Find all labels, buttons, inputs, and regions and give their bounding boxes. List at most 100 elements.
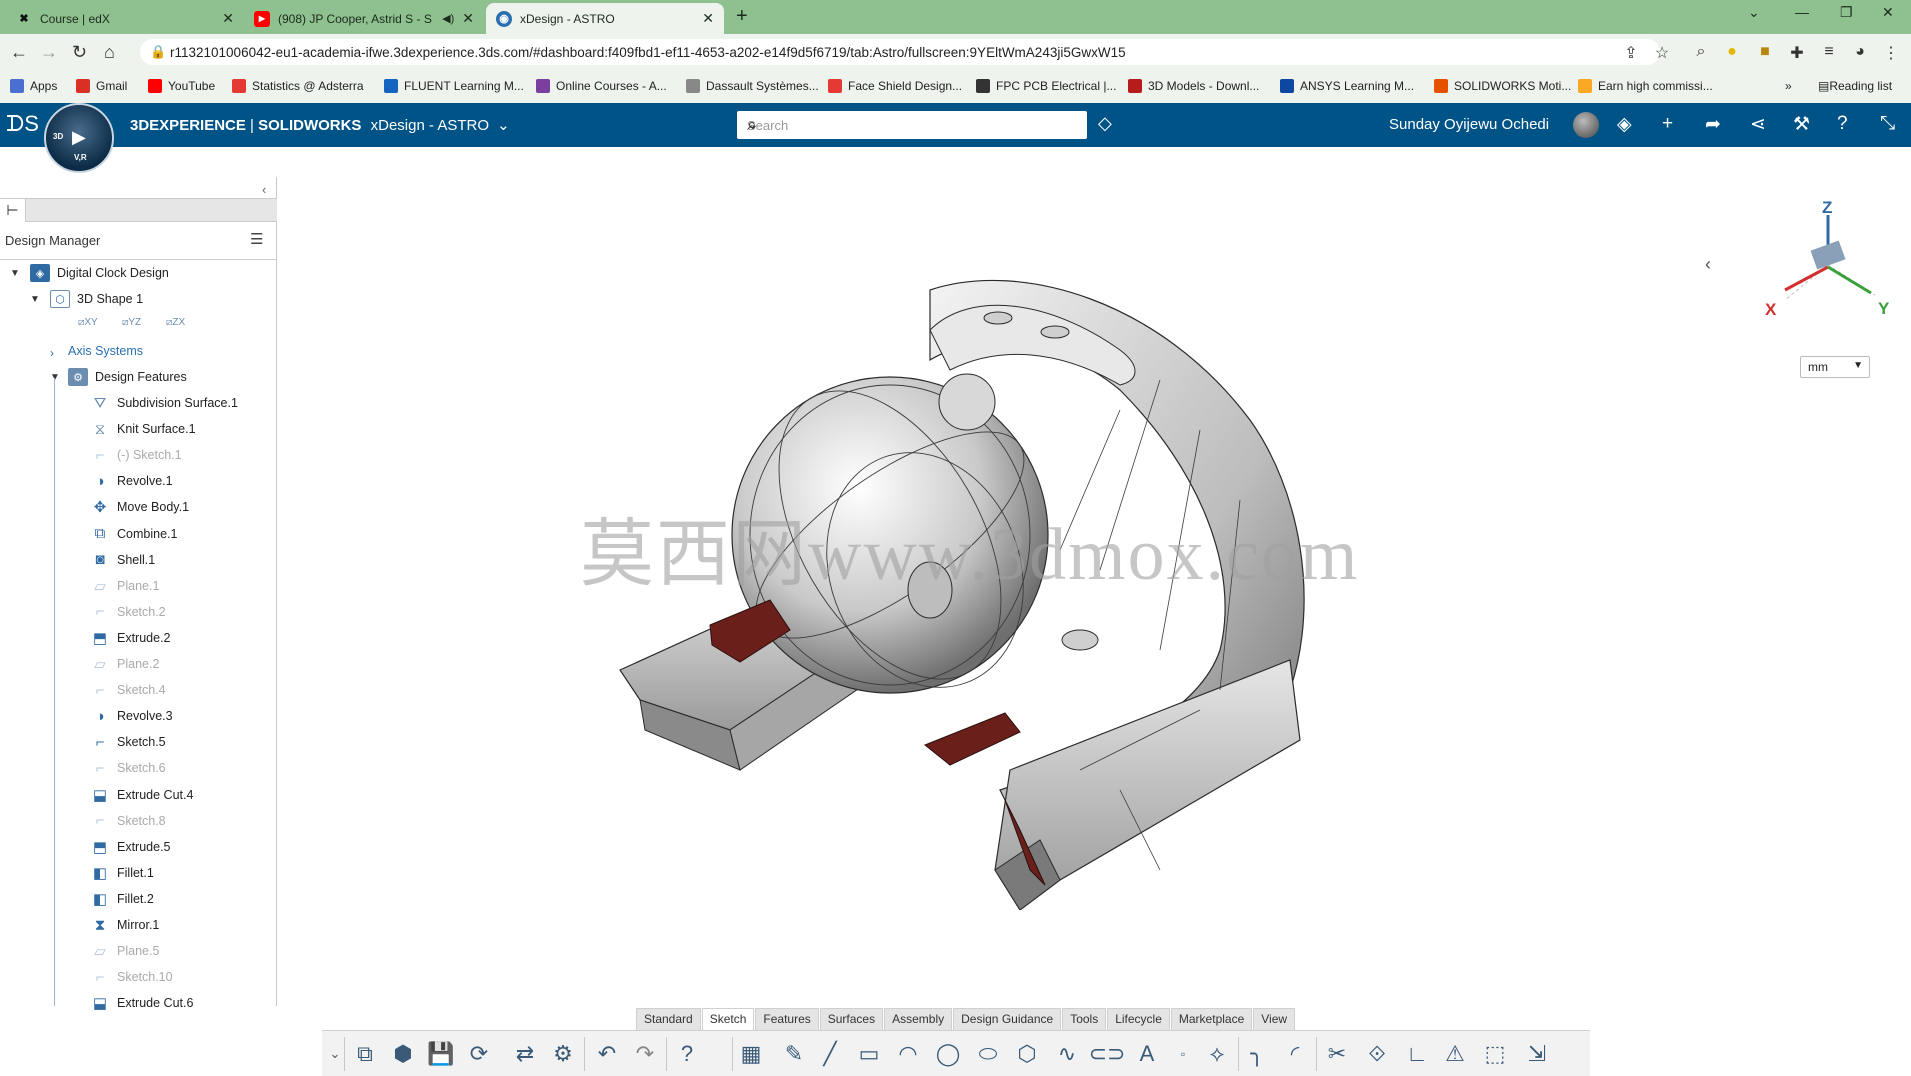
browser-menu-icon[interactable]: ⋮	[1882, 43, 1900, 62]
construction-icon[interactable]: ⟡	[1202, 1039, 1232, 1069]
notifications-icon[interactable]: ◈	[1617, 113, 1632, 136]
search-options-chevron-icon[interactable]: ⌄	[747, 116, 1079, 133]
feature-tree-item[interactable]: ⌐ (-) Sketch.1	[90, 445, 182, 465]
tree-shape[interactable]: ⬡ 3D Shape 1	[50, 289, 143, 309]
share-icon[interactable]: ➦	[1705, 113, 1721, 136]
bookmark-item[interactable]: Online Courses - A...	[536, 79, 667, 93]
feature-tree-item[interactable]: ⬒ Extrude.5	[90, 837, 171, 857]
feature-tree-item[interactable]: ◧ Fillet.2	[90, 889, 154, 909]
exit-sketch-icon[interactable]: ⇲	[1522, 1039, 1552, 1069]
ds-logo-icon[interactable]: ᗪS	[6, 111, 39, 137]
bookmark-item[interactable]: SOLIDWORKS Moti...	[1434, 79, 1571, 93]
app-name-label[interactable]: xDesign - ASTRO	[371, 117, 489, 134]
tree-design-features[interactable]: ⚙ Design Features	[68, 367, 187, 387]
add-icon[interactable]: +	[1662, 113, 1673, 135]
reading-list-button[interactable]: ▤ Reading list	[1818, 79, 1892, 93]
feature-tree-item[interactable]: ⬒ Extrude.2	[90, 628, 171, 648]
save-icon[interactable]: 💾	[426, 1039, 456, 1069]
extension-icon[interactable]: ■	[1756, 43, 1774, 61]
mirror-icon[interactable]: ⚠	[1440, 1039, 1470, 1069]
user-name[interactable]: Sunday Oyijewu Ochedi	[1389, 116, 1549, 133]
browser-tab-youtube[interactable]: ▶ (908) JP Cooper, Astrid S - S ◀) ✕	[244, 3, 484, 34]
feature-tree-item[interactable]: ⬓ Extrude Cut.6	[90, 993, 194, 1013]
settings-gear-icon[interactable]: ⚙	[548, 1039, 578, 1069]
browser-tab-edx[interactable]: ✖ Course | edX ✕	[6, 3, 244, 34]
forward-button[interactable]: →	[40, 42, 58, 63]
profile-icon[interactable]: ◕	[1851, 43, 1869, 61]
share-icon[interactable]: ⇪	[1622, 43, 1640, 62]
units-select[interactable]: mm ▼	[1800, 356, 1870, 378]
feature-tree-item[interactable]: ✥ Move Body.1	[90, 497, 189, 517]
slot-icon[interactable]: ⊂⊃	[1089, 1039, 1126, 1069]
bookmark-item[interactable]: 3D Models - Downl...	[1128, 79, 1259, 93]
close-tab-icon[interactable]: ✕	[462, 10, 474, 27]
save-refresh-icon[interactable]: ⟳	[464, 1039, 494, 1069]
bookmark-item[interactable]: Gmail	[76, 79, 127, 93]
feature-tree-item[interactable]: ◑ Revolve.1	[90, 471, 172, 491]
feature-tree-item[interactable]: ⬓ Extrude Cut.4	[90, 785, 194, 805]
close-tab-icon[interactable]: ✕	[222, 10, 234, 27]
feature-tree-item[interactable]: ▱ Plane.1	[90, 576, 159, 596]
reload-button[interactable]: ↻	[72, 42, 87, 63]
exit-fullscreen-icon[interactable]: ⤡	[1880, 113, 1895, 135]
chevron-down-icon[interactable]: ⌄	[497, 117, 510, 134]
expand-chevron-icon[interactable]: ›	[50, 346, 54, 360]
hamburger-menu-icon[interactable]: ☰	[250, 230, 263, 248]
browser-tab-xdesign[interactable]: ◉ xDesign - ASTRO ✕	[486, 3, 724, 34]
toolbar-tab-marketplace[interactable]: Marketplace	[1170, 1008, 1253, 1030]
sketch-icon[interactable]: ✎	[779, 1039, 809, 1069]
feature-tree-item[interactable]: ⧗ Mirror.1	[90, 915, 160, 935]
text-icon[interactable]: A	[1132, 1039, 1162, 1069]
chamfer-icon[interactable]: ◜	[1280, 1039, 1310, 1069]
undo-icon[interactable]: ↶	[592, 1039, 622, 1069]
corner-icon[interactable]: ∟	[1402, 1039, 1432, 1069]
open-icon[interactable]: ⬢	[388, 1039, 418, 1069]
feature-tree-item[interactable]: ◙ Shell.1	[90, 550, 155, 570]
tab-search-icon[interactable]: ⌄	[1748, 4, 1760, 21]
new-design-icon[interactable]: ⧉	[350, 1039, 380, 1069]
bookmark-item[interactable]: YouTube	[148, 79, 215, 93]
zoom-icon[interactable]: ⌕	[1692, 43, 1710, 61]
offset-icon[interactable]: ⟐	[1362, 1039, 1392, 1069]
bookmark-item[interactable]: Earn high commissi...	[1578, 79, 1713, 93]
collapse-triangle-icon[interactable]: ▼	[10, 268, 20, 279]
search-input[interactable]: Search ⌕ ⌄	[737, 111, 1087, 139]
feature-tree-item[interactable]: ⧉ Combine.1	[90, 524, 178, 544]
toolbar-tab-surfaces[interactable]: Surfaces	[819, 1008, 884, 1030]
toolbar-tab-lifecycle[interactable]: Lifecycle	[1107, 1008, 1170, 1030]
import-icon[interactable]: ⇄	[510, 1039, 540, 1069]
feature-tree-item[interactable]: ⧖ Knit Surface.1	[90, 419, 196, 439]
collaborate-icon[interactable]: ⋖	[1750, 113, 1766, 136]
extension-icon[interactable]: ●	[1723, 43, 1741, 61]
orientation-triad[interactable]: Z X Y	[1755, 195, 1905, 325]
bookmark-item[interactable]: Statistics @ Adsterra	[232, 79, 364, 93]
toolbar-tab-sketch[interactable]: Sketch	[701, 1008, 755, 1030]
toolbar-tab-assembly[interactable]: Assembly	[884, 1008, 953, 1030]
circle-icon[interactable]: ◯	[933, 1039, 963, 1069]
toolbar-tab-standard[interactable]: Standard	[636, 1008, 701, 1030]
tree-axis-systems[interactable]: Axis Systems	[68, 341, 143, 361]
line-icon[interactable]: ╱	[815, 1039, 845, 1069]
plane-yz-icon[interactable]: ⧄YZ	[122, 317, 141, 328]
grid-icon[interactable]: ▦	[736, 1039, 766, 1069]
feature-tree-item[interactable]: ⌐ Sketch.5	[90, 732, 166, 752]
arc-icon[interactable]: ◠	[893, 1039, 923, 1069]
feature-tree-item[interactable]: ▱ Plane.2	[90, 654, 159, 674]
speaker-icon[interactable]: ◀)	[442, 12, 454, 25]
bookmark-item[interactable]: ANSYS Learning M...	[1280, 79, 1414, 93]
home-button[interactable]: ⌂	[104, 42, 115, 63]
tag-icon[interactable]: ◇	[1098, 113, 1112, 134]
toolbar-tab-features[interactable]: Features	[755, 1008, 819, 1030]
bookmark-star-icon[interactable]: ☆	[1653, 43, 1671, 62]
collapse-triangle-icon[interactable]: ▼	[30, 294, 40, 305]
feature-tree-item[interactable]: ⌐ Sketch.6	[90, 758, 166, 778]
fillet-icon[interactable]: ╮	[1242, 1039, 1272, 1069]
bookmark-item[interactable]: FPC PCB Electrical |...	[976, 79, 1116, 93]
feature-tree-item[interactable]: ⛛ Subdivision Surface.1	[90, 393, 238, 413]
collapse-panel-chevron-icon[interactable]: ‹	[262, 182, 266, 197]
collapse-chevron-icon[interactable]: ‹	[1705, 254, 1711, 275]
feature-tree-item[interactable]: ⌐ Sketch.2	[90, 602, 166, 622]
compass-button[interactable]: 3D ▶ V,R	[44, 103, 114, 173]
minimize-button[interactable]: —	[1795, 4, 1809, 20]
tree-tab-icon[interactable]: ⊢	[0, 199, 26, 222]
